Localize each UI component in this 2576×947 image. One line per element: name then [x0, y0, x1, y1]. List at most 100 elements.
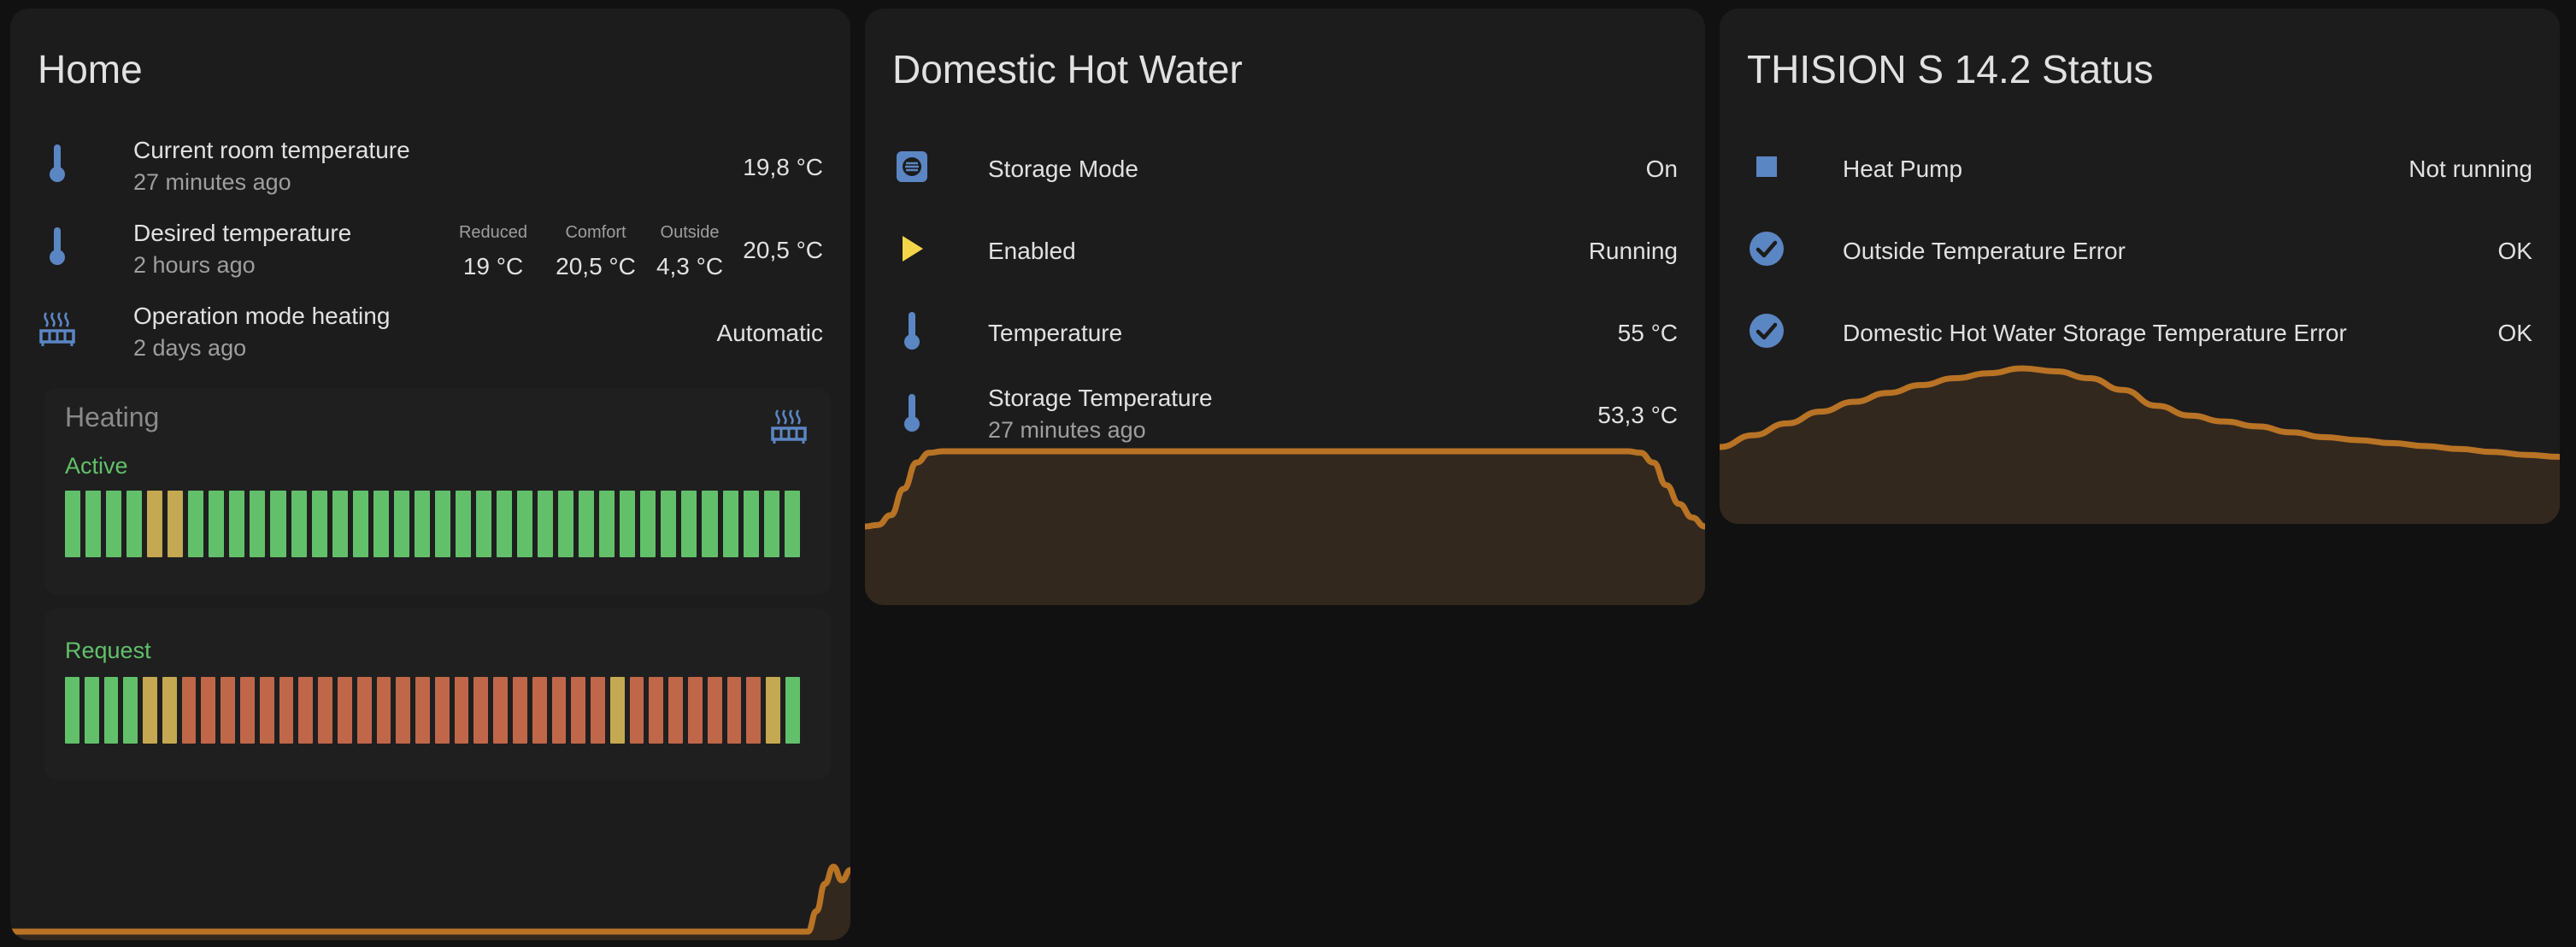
home-card: Home Current room temperature 27 minutes… [10, 9, 850, 940]
history-segment [558, 491, 574, 557]
history-segment [147, 491, 163, 557]
row-name: Temperature [988, 320, 1123, 346]
stop-square-icon [1745, 145, 1788, 188]
history-segment [746, 677, 762, 744]
row-outside-temperature-error[interactable]: Outside Temperature Error OK [1720, 210, 2560, 287]
heating-history-card[interactable]: Heating Active [44, 388, 831, 595]
history-segment [551, 677, 567, 744]
row-value: OK [2497, 238, 2532, 264]
row-value: OK [2497, 320, 2532, 346]
row-name: Heat Pump [1843, 156, 1963, 182]
domestic-hot-water-card: Domestic Hot Water Storage Mode On Enabl… [865, 9, 1705, 605]
history-segment [763, 491, 779, 557]
history-segment [352, 491, 368, 557]
history-segment [629, 677, 644, 744]
thermometer-icon [891, 309, 933, 352]
history-segment [143, 677, 157, 744]
row-value: 53,3 °C [1597, 402, 1678, 428]
history-segment [668, 677, 683, 744]
row-value: Not running [2408, 156, 2532, 182]
history-segment [707, 677, 722, 744]
history-segment [475, 491, 491, 557]
history-segment [356, 677, 372, 744]
radiator-icon [769, 407, 809, 450]
history-segment [168, 491, 184, 557]
history-segment [496, 491, 513, 557]
check-circle-icon [1745, 309, 1788, 352]
history-segment [396, 677, 411, 744]
row-heat-pump[interactable]: Heat Pump Not running [1720, 128, 2560, 205]
row-name: Enabled [988, 238, 1076, 264]
row-storage-mode[interactable]: Storage Mode On [865, 128, 1705, 205]
history-segment [318, 677, 332, 744]
history-segment [532, 677, 547, 744]
history-segment [434, 677, 450, 744]
history-segment [311, 491, 327, 557]
attribute-value: 4,3 °C [656, 253, 724, 279]
row-enabled[interactable]: Enabled Running [865, 210, 1705, 287]
history-segment [538, 491, 554, 557]
history-segment [373, 491, 389, 557]
dhw-sparkline-graph [865, 448, 1705, 605]
card-title: Domestic Hot Water [892, 47, 1243, 91]
row-value: On [1645, 156, 1678, 182]
history-segment [722, 491, 738, 557]
row-name: Desired temperature [133, 220, 352, 246]
history-segment [85, 491, 102, 557]
history-segment [291, 491, 307, 557]
history-segment [393, 491, 409, 557]
row-desired-temperature[interactable]: Desired temperature 2 hours ago Reduced … [10, 208, 850, 285]
graph-line [10, 863, 850, 935]
thermometer-icon [36, 142, 79, 185]
row-name: Storage Temperature [988, 385, 1213, 411]
history-segment [415, 677, 430, 744]
attribute-comfort: Comfort 20,5 °C [553, 223, 638, 280]
history-segment [688, 677, 703, 744]
history-segment [221, 677, 236, 744]
heating-status: Active [65, 453, 128, 479]
row-current-room-temperature[interactable]: Current room temperature 27 minutes ago … [10, 125, 850, 202]
history-segment [162, 677, 177, 744]
row-secondary: 27 minutes ago [133, 169, 291, 195]
history-segment [455, 491, 471, 557]
attribute-label: Reduced [458, 223, 528, 242]
history-segment [743, 491, 759, 557]
row-value: 20,5 °C [743, 237, 823, 263]
row-name: Current room temperature [133, 137, 410, 163]
history-segment [126, 491, 143, 557]
thision-status-card: THISION S 14.2 Status Heat Pump Not runn… [1720, 9, 2560, 524]
history-segment [609, 677, 625, 744]
history-segment [599, 491, 615, 557]
status-sparkline-graph [1720, 365, 2560, 524]
row-value: 19,8 °C [743, 154, 823, 180]
history-segment [181, 677, 197, 744]
history-segment [766, 677, 780, 744]
attribute-outside: Outside 4,3 °C [651, 223, 728, 280]
home-sparkline-graph [10, 863, 850, 940]
history-segment [84, 677, 99, 744]
graph-area [865, 451, 1705, 605]
history-segment [65, 677, 79, 744]
row-name: Domestic Hot Water Storage Temperature E… [1843, 320, 2347, 346]
row-operation-mode-heating[interactable]: Operation mode heating 2 days ago Automa… [10, 291, 850, 368]
heating-title: Heating [65, 402, 160, 432]
history-segment [784, 491, 800, 557]
row-value: 55 °C [1617, 320, 1678, 346]
history-segment [103, 677, 119, 744]
check-circle-icon [1745, 227, 1788, 270]
request-status: Request [65, 638, 151, 663]
radiator-icon [36, 308, 79, 350]
history-segment [591, 677, 605, 744]
history-segment [785, 677, 800, 744]
thermometer-icon [891, 391, 933, 434]
history-segment [579, 491, 595, 557]
history-segment [270, 491, 286, 557]
row-temperature[interactable]: Temperature 55 °C [865, 292, 1705, 369]
history-segment [649, 677, 664, 744]
history-segment [473, 677, 489, 744]
history-segment [240, 677, 255, 744]
row-secondary: 2 days ago [133, 335, 247, 361]
history-segment [517, 491, 533, 557]
attribute-reduced: Reduced 19 °C [455, 223, 532, 280]
history-segment [201, 677, 216, 744]
